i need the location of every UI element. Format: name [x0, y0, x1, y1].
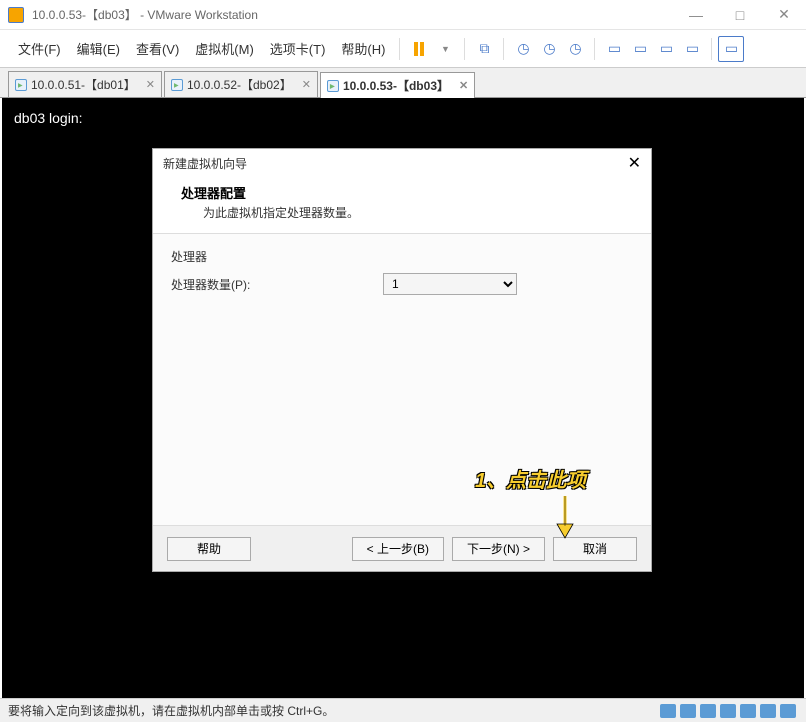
- status-text: 要将输入定向到该虚拟机，请在虚拟机内部单击或按 Ctrl+G。: [8, 702, 334, 719]
- view-unity-icon[interactable]: ▭: [627, 36, 653, 62]
- device-sound-icon[interactable]: [740, 704, 756, 718]
- tab-close-icon[interactable]: ✕: [453, 79, 468, 92]
- next-button[interactable]: 下一步(N) >: [452, 537, 545, 561]
- menu-bar: 文件(F) 编辑(E) 查看(V) 虚拟机(M) 选项卡(T) 帮助(H) ▼ …: [0, 30, 806, 68]
- tab-close-icon[interactable]: ✕: [296, 78, 311, 91]
- app-icon: [8, 7, 24, 23]
- snapshot-take-icon[interactable]: ◷: [536, 36, 562, 62]
- terminal-text: db03 login:: [14, 110, 83, 126]
- dialog-title: 新建虚拟机向导: [163, 155, 247, 172]
- new-vm-wizard-dialog: 新建虚拟机向导 ✕ 处理器配置 为此虚拟机指定处理器数量。 处理器 处理器数量(…: [152, 148, 652, 572]
- menu-tabs[interactable]: 选项卡(T): [262, 35, 334, 62]
- vm-icon: [15, 79, 27, 91]
- annotation-text: 1、点击此项: [475, 464, 586, 493]
- view-stretch-icon[interactable]: ▭: [679, 36, 705, 62]
- tab-label: 10.0.0.52-【db02】: [187, 76, 292, 93]
- close-button[interactable]: ✕: [770, 5, 798, 25]
- view-fullscreen-icon[interactable]: ▭: [601, 36, 627, 62]
- device-disk-icon[interactable]: [660, 704, 676, 718]
- vm-icon: [171, 79, 183, 91]
- view-thumbnail-icon[interactable]: ▭: [718, 36, 744, 62]
- menu-file[interactable]: 文件(F): [10, 35, 69, 62]
- tab-label: 10.0.0.51-【db01】: [31, 76, 136, 93]
- dialog-heading: 处理器配置: [181, 183, 623, 202]
- tab-db01[interactable]: 10.0.0.51-【db01】 ✕: [8, 71, 162, 97]
- maximize-button[interactable]: □: [726, 5, 754, 25]
- tab-db02[interactable]: 10.0.0.52-【db02】 ✕: [164, 71, 318, 97]
- status-bar: 要将输入定向到该虚拟机，请在虚拟机内部单击或按 Ctrl+G。: [0, 698, 806, 722]
- dialog-subheading: 为此虚拟机指定处理器数量。: [181, 204, 623, 221]
- minimize-button[interactable]: —: [682, 5, 710, 25]
- tab-db03[interactable]: 10.0.0.53-【db03】 ✕: [320, 72, 475, 98]
- power-dropdown[interactable]: ▼: [432, 36, 458, 62]
- snapshot-icon[interactable]: ◷: [510, 36, 536, 62]
- group-label-processors: 处理器: [171, 248, 633, 265]
- device-printer-icon[interactable]: [760, 704, 776, 718]
- window-titlebar: 10.0.0.53-【db03】 - VMware Workstation — …: [0, 0, 806, 30]
- cancel-button[interactable]: 取消: [553, 537, 637, 561]
- menu-vm[interactable]: 虚拟机(M): [187, 35, 262, 62]
- pause-button[interactable]: [406, 36, 432, 62]
- vm-icon: [327, 80, 339, 92]
- cpu-count-select[interactable]: 1: [383, 273, 517, 295]
- back-button[interactable]: < 上一步(B): [352, 537, 444, 561]
- device-cd-icon[interactable]: [680, 704, 696, 718]
- view-console-icon[interactable]: ▭: [653, 36, 679, 62]
- device-network-icon[interactable]: [700, 704, 716, 718]
- dialog-close-icon[interactable]: ✕: [628, 153, 641, 173]
- device-display-icon[interactable]: [780, 704, 796, 718]
- menu-help[interactable]: 帮助(H): [333, 35, 393, 62]
- tab-bar: 10.0.0.51-【db01】 ✕ 10.0.0.52-【db02】 ✕ 10…: [0, 68, 806, 98]
- help-button[interactable]: 帮助: [167, 537, 251, 561]
- tab-label: 10.0.0.53-【db03】: [343, 77, 449, 94]
- window-title: 10.0.0.53-【db03】 - VMware Workstation: [32, 6, 682, 23]
- snapshot-manage-icon[interactable]: ◷: [562, 36, 588, 62]
- device-usb-icon[interactable]: [720, 704, 736, 718]
- menu-edit[interactable]: 编辑(E): [69, 35, 128, 62]
- tab-close-icon[interactable]: ✕: [140, 78, 155, 91]
- label-cpu-count: 处理器数量(P):: [171, 276, 383, 293]
- menu-view[interactable]: 查看(V): [128, 35, 187, 62]
- send-ctrl-alt-del-icon[interactable]: ⧉: [471, 36, 497, 62]
